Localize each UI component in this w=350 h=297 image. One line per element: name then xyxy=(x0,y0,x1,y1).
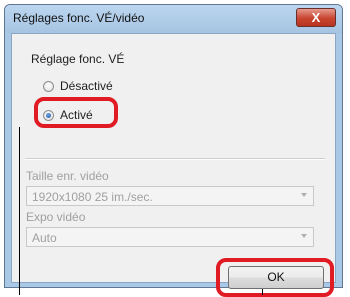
chevron-down-icon xyxy=(301,193,307,197)
video-size-select[interactable]: 1920x1080 25 im./sec. xyxy=(26,186,314,206)
video-exposure-select[interactable]: Auto xyxy=(26,227,314,247)
radio-button-unselected[interactable] xyxy=(43,81,54,92)
window-title: Réglages fonc. VÉ/vidéo xyxy=(13,11,145,25)
callout-leader-line-left xyxy=(19,127,20,295)
ok-button-highlight xyxy=(216,258,334,297)
enabled-option-highlight xyxy=(34,97,118,128)
video-exposure-label: Expo vidéo xyxy=(26,210,86,224)
chevron-down-icon xyxy=(301,234,307,238)
close-button[interactable]: X xyxy=(296,8,336,27)
group-heading: Réglage fonc. VÉ xyxy=(31,52,125,66)
section-divider xyxy=(25,158,325,160)
video-size-label: Taille enr. vidéo xyxy=(26,169,109,183)
radio-label-disabled: Désactivé xyxy=(60,79,113,93)
video-exposure-value: Auto xyxy=(32,231,57,245)
dialog-window: Réglages fonc. VÉ/vidéo X Réglage fonc. … xyxy=(4,4,343,297)
close-icon: X xyxy=(311,10,321,25)
title-bar[interactable]: Réglages fonc. VÉ/vidéo X xyxy=(5,5,342,33)
video-size-value: 1920x1080 25 im./sec. xyxy=(32,190,153,204)
dialog-body: Réglage fonc. VÉ Désactivé Activé Taille… xyxy=(11,33,336,297)
callout-leader-line-right xyxy=(262,289,263,295)
